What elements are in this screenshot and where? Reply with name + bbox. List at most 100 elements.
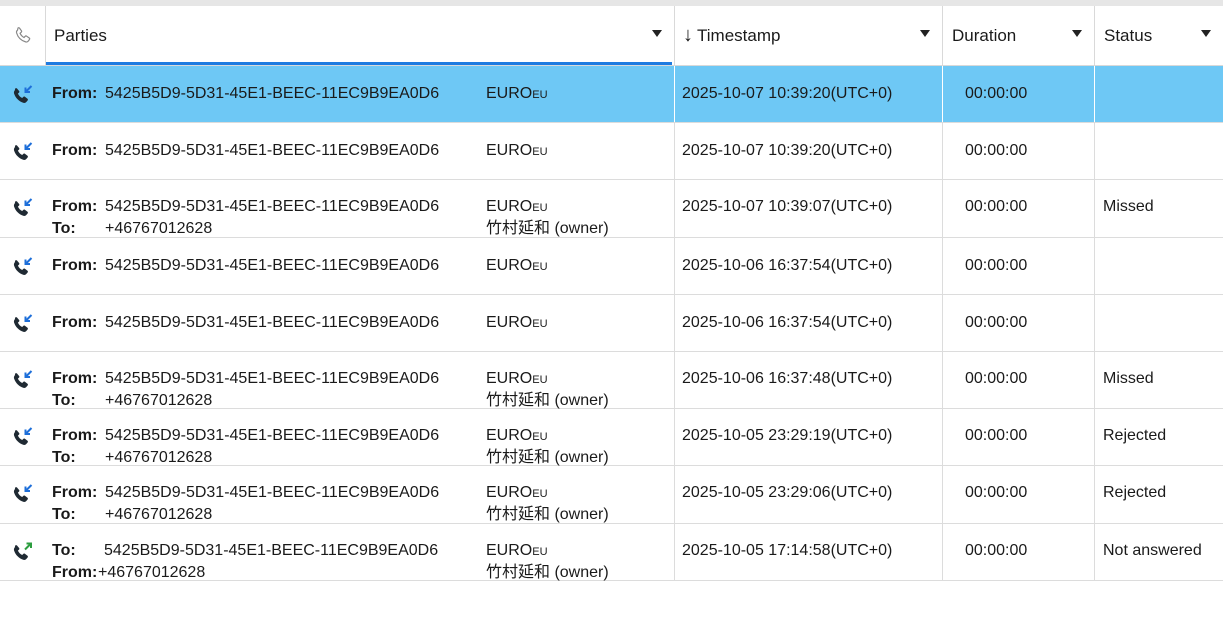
party1-name-main: EURO [486, 198, 533, 215]
incoming-call-icon [13, 484, 33, 502]
timestamp-value: 2025-10-06 16:37:54(UTC+0) [682, 314, 893, 331]
status-cell: Missed [1095, 352, 1223, 408]
party-line1-value: 5425B5D9-5D31-45E1-BEEC-11EC9B9EA0D6 [105, 427, 440, 444]
timestamp-cell: 2025-10-06 16:37:54(UTC+0) [675, 238, 943, 294]
parties-cell: From: 5425B5D9-5D31-45E1-BEEC-11EC9B9EA0… [46, 238, 675, 294]
party1-name-main: EURO [486, 85, 533, 102]
duration-cell: 00:00:00 [943, 238, 1095, 294]
party-line1-label: From: [52, 370, 98, 387]
column-header-parties[interactable]: Parties [46, 6, 675, 65]
status-cell: Not answered [1095, 524, 1223, 580]
timestamp-cell: 2025-10-06 16:37:54(UTC+0) [675, 295, 943, 351]
table-row[interactable]: From: 5425B5D9-5D31-45E1-BEEC-11EC9B9EA0… [0, 180, 1223, 238]
direction-cell [0, 123, 46, 179]
party-line2-value: +46767012628 [105, 220, 213, 237]
timestamp-cell: 2025-10-05 17:14:58(UTC+0) [675, 524, 943, 580]
column-header-timestamp[interactable]: ↓ Timestamp [675, 6, 943, 65]
party1-name: EUROEU [486, 83, 548, 106]
duration-cell: 00:00:00 [943, 123, 1095, 179]
column-header-status[interactable]: Status [1095, 6, 1223, 65]
party2-name: 竹村延和 (owner) [486, 564, 609, 581]
duration-value: 00:00:00 [965, 427, 1028, 444]
party2-name: 竹村延和 (owner) [486, 220, 609, 237]
timestamp-value: 2025-10-07 10:39:07(UTC+0) [682, 198, 893, 215]
party1-name: EUROEU [486, 140, 548, 163]
table-row[interactable]: From: 5425B5D9-5D31-45E1-BEEC-11EC9B9EA0… [0, 352, 1223, 409]
direction-cell [0, 409, 46, 465]
direction-cell [0, 66, 46, 122]
party-line1-value: 5425B5D9-5D31-45E1-BEEC-11EC9B9EA0D6 [105, 257, 440, 274]
party-line1-value: 5425B5D9-5D31-45E1-BEEC-11EC9B9EA0D6 [105, 85, 440, 102]
party-line1-value: 5425B5D9-5D31-45E1-BEEC-11EC9B9EA0D6 [105, 142, 440, 159]
incoming-call-icon [13, 370, 33, 388]
table-row[interactable]: From: 5425B5D9-5D31-45E1-BEEC-11EC9B9EA0… [0, 409, 1223, 466]
party1-name: EUROEU [486, 312, 548, 335]
party1-name: EUROEU [486, 425, 548, 448]
party1-name-main: EURO [486, 142, 533, 159]
party-line1-value: 5425B5D9-5D31-45E1-BEEC-11EC9B9EA0D6 [105, 314, 440, 331]
column-header-direction[interactable] [0, 6, 46, 65]
timestamp-cell: 2025-10-05 23:29:19(UTC+0) [675, 409, 943, 465]
incoming-call-icon [13, 257, 33, 275]
duration-filter-dropdown-icon[interactable] [1072, 30, 1082, 37]
party-line1-label: From: [52, 198, 98, 215]
duration-cell: 00:00:00 [943, 180, 1095, 237]
table-row[interactable]: From: 5425B5D9-5D31-45E1-BEEC-11EC9B9EA0… [0, 238, 1223, 295]
party-line1-label: From: [52, 314, 98, 331]
timestamp-value: 2025-10-05 23:29:06(UTC+0) [682, 484, 893, 501]
duration-header-label: Duration [952, 25, 1017, 45]
party1-name-sub: EU [532, 261, 548, 273]
duration-cell: 00:00:00 [943, 352, 1095, 408]
incoming-call-icon [13, 314, 33, 332]
party1-name-main: EURO [486, 484, 533, 501]
status-value: Not answered [1103, 542, 1202, 559]
party1-name-sub: EU [532, 89, 548, 101]
timestamp-value: 2025-10-05 23:29:19(UTC+0) [682, 427, 893, 444]
status-header-label: Status [1104, 25, 1153, 45]
table-row[interactable]: To: 5425B5D9-5D31-45E1-BEEC-11EC9B9EA0D6… [0, 524, 1223, 581]
direction-cell [0, 352, 46, 408]
table-row[interactable]: From: 5425B5D9-5D31-45E1-BEEC-11EC9B9EA0… [0, 123, 1223, 180]
parties-cell: To: 5425B5D9-5D31-45E1-BEEC-11EC9B9EA0D6… [46, 524, 675, 581]
incoming-call-icon [13, 427, 33, 445]
timestamp-value: 2025-10-06 16:37:48(UTC+0) [682, 370, 893, 387]
party1-name-sub: EU [532, 546, 548, 558]
parties-cell: From: 5425B5D9-5D31-45E1-BEEC-11EC9B9EA0… [46, 66, 675, 122]
parties-cell: From: 5425B5D9-5D31-45E1-BEEC-11EC9B9EA0… [46, 466, 675, 523]
party1-name-sub: EU [532, 318, 548, 330]
party-line2-label: To: [52, 506, 76, 523]
table-row[interactable]: From: 5425B5D9-5D31-45E1-BEEC-11EC9B9EA0… [0, 66, 1223, 123]
party1-name-sub: EU [532, 488, 548, 500]
party-line2-label: From: [52, 564, 98, 581]
party-line1-value: 5425B5D9-5D31-45E1-BEEC-11EC9B9EA0D6 [105, 370, 440, 387]
party-line1-value: 5425B5D9-5D31-45E1-BEEC-11EC9B9EA0D6 [105, 198, 440, 215]
incoming-call-icon [13, 198, 33, 216]
party-line1-value: 5425B5D9-5D31-45E1-BEEC-11EC9B9EA0D6 [105, 484, 440, 501]
duration-value: 00:00:00 [965, 314, 1028, 331]
duration-cell: 00:00:00 [943, 295, 1095, 351]
direction-cell [0, 180, 46, 237]
timestamp-cell: 2025-10-07 10:39:07(UTC+0) [675, 180, 943, 237]
column-header-duration[interactable]: Duration [943, 6, 1095, 65]
timestamp-cell: 2025-10-07 10:39:20(UTC+0) [675, 123, 943, 179]
table-row[interactable]: From: 5425B5D9-5D31-45E1-BEEC-11EC9B9EA0… [0, 466, 1223, 524]
column-header-row: Parties ↓ Timestamp Duration Status [0, 6, 1223, 66]
table-row[interactable]: From: 5425B5D9-5D31-45E1-BEEC-11EC9B9EA0… [0, 295, 1223, 352]
direction-cell [0, 524, 46, 580]
party-line1-label: From: [52, 484, 98, 501]
timestamp-filter-dropdown-icon[interactable] [920, 30, 930, 37]
parties-cell: From: 5425B5D9-5D31-45E1-BEEC-11EC9B9EA0… [46, 409, 675, 466]
status-value: Missed [1103, 370, 1154, 387]
duration-value: 00:00:00 [965, 142, 1028, 159]
party1-name: EUROEU [486, 540, 548, 563]
status-filter-dropdown-icon[interactable] [1201, 30, 1211, 37]
party-line1-label: From: [52, 257, 98, 274]
duration-cell: 00:00:00 [943, 66, 1095, 122]
party-line2-label: To: [52, 220, 76, 237]
incoming-call-icon [13, 142, 33, 160]
status-cell [1095, 238, 1223, 294]
duration-value: 00:00:00 [965, 370, 1028, 387]
party1-name-main: EURO [486, 370, 533, 387]
status-cell [1095, 295, 1223, 351]
parties-filter-dropdown-icon[interactable] [652, 30, 662, 37]
